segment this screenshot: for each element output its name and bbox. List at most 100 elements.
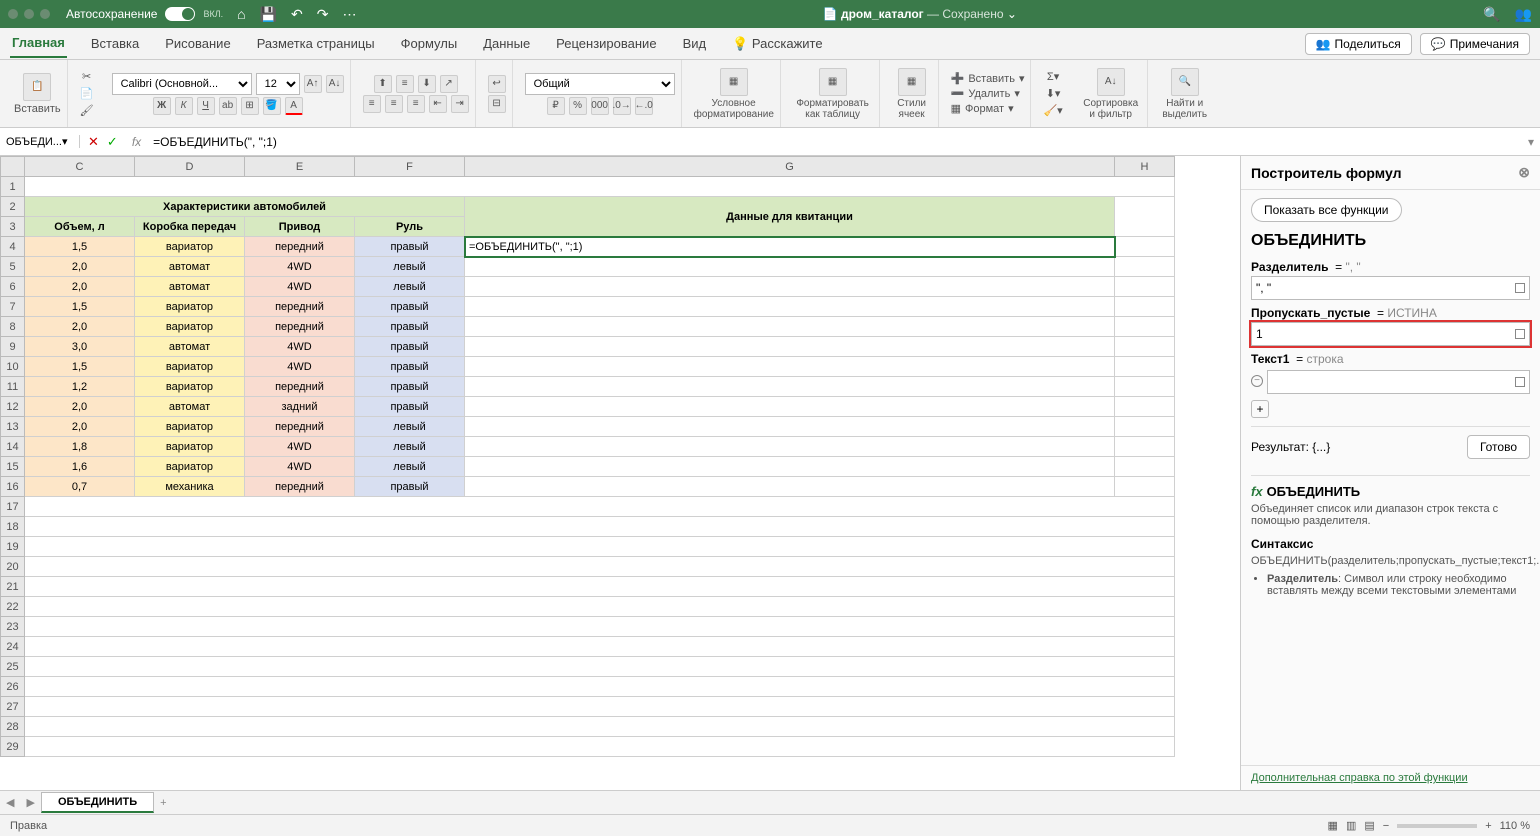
- tab-review[interactable]: Рецензирование: [554, 30, 658, 57]
- remove-arg-icon[interactable]: −: [1251, 375, 1263, 387]
- align-top-icon[interactable]: ⬆: [374, 75, 392, 93]
- tab-draw[interactable]: Рисование: [163, 30, 232, 57]
- view-break-icon[interactable]: ▤: [1364, 819, 1374, 832]
- align-bot-icon[interactable]: ⬇: [418, 75, 436, 93]
- format-painter-icon[interactable]: 🖌: [80, 104, 94, 117]
- help-link[interactable]: Дополнительная справка по этой функции: [1241, 765, 1540, 790]
- strike-icon[interactable]: ab: [219, 97, 237, 115]
- formula-input[interactable]: =ОБЪЕДИНИТЬ(", ";1): [147, 135, 1522, 149]
- numfmt-select[interactable]: Общий: [525, 73, 675, 95]
- clear-icon[interactable]: 🧹▾: [1043, 104, 1062, 117]
- bold-icon[interactable]: Ж: [153, 97, 171, 115]
- zoom-out-icon[interactable]: −: [1383, 820, 1389, 832]
- tab-tellme[interactable]: 💡 Расскажите: [730, 30, 824, 58]
- arg2-label: Пропускать_пустые: [1251, 306, 1370, 320]
- tab-home[interactable]: Главная: [10, 29, 67, 58]
- zoom-label[interactable]: 110 %: [1500, 820, 1530, 832]
- tab-insert[interactable]: Вставка: [89, 30, 141, 57]
- fx-icon[interactable]: fx: [126, 135, 147, 149]
- comments-button[interactable]: 💬 Примечания: [1420, 33, 1530, 55]
- autosave-toggle[interactable]: [165, 7, 195, 21]
- sort-icon[interactable]: A↓: [1097, 68, 1125, 96]
- merge-icon[interactable]: ⊟: [488, 95, 506, 113]
- delete-cells-icon[interactable]: ➖: [951, 87, 965, 100]
- wrap-icon[interactable]: ↩: [488, 75, 506, 93]
- insert-cells-icon[interactable]: ➕: [951, 72, 965, 85]
- indent-dec-icon[interactable]: ⇤: [429, 95, 447, 113]
- align-right-icon[interactable]: ≡: [407, 95, 425, 113]
- share-icon[interactable]: 👥: [1515, 6, 1532, 23]
- range-picker-icon[interactable]: [1515, 377, 1525, 387]
- format-cells-icon[interactable]: ▦: [951, 102, 961, 115]
- orientation-icon[interactable]: ↗: [440, 75, 458, 93]
- align-mid-icon[interactable]: ≡: [396, 75, 414, 93]
- border-icon[interactable]: ⊞: [241, 97, 259, 115]
- search-icon[interactable]: 🔍: [1483, 6, 1500, 23]
- dec-dec-icon[interactable]: ←.0: [635, 97, 653, 115]
- arg2-eval: ИСТИНА: [1387, 306, 1437, 320]
- sheet-prev-icon[interactable]: ◀: [0, 796, 20, 809]
- fontsize-select[interactable]: 12: [256, 73, 300, 95]
- tab-formulas[interactable]: Формулы: [399, 30, 460, 57]
- zoom-in-icon[interactable]: +: [1485, 820, 1491, 832]
- zoom-slider[interactable]: [1397, 824, 1477, 828]
- view-layout-icon[interactable]: ▥: [1346, 819, 1356, 832]
- comma-icon[interactable]: 000: [591, 97, 609, 115]
- syntax-text: ОБЪЕДИНИТЬ(разделитель;пропускать_пустые…: [1251, 555, 1530, 567]
- home-icon[interactable]: ⌂: [237, 6, 245, 23]
- save-icon[interactable]: 💾: [260, 6, 277, 23]
- more-icon[interactable]: ⋯: [343, 6, 357, 23]
- autosum-icon[interactable]: Σ▾: [1047, 70, 1059, 83]
- copy-icon[interactable]: 📄: [80, 87, 94, 100]
- condfmt-label: Условное форматирование: [694, 98, 774, 120]
- arg1-input[interactable]: ", ": [1251, 276, 1530, 300]
- sheet-tab[interactable]: ОБЪЕДИНИТЬ: [41, 792, 154, 813]
- dec-inc-icon[interactable]: .0→: [613, 97, 631, 115]
- currency-icon[interactable]: ₽: [547, 97, 565, 115]
- share-button[interactable]: 👥 Поделиться: [1305, 33, 1412, 55]
- range-picker-icon[interactable]: [1515, 283, 1525, 293]
- font-select[interactable]: Calibri (Основной...: [112, 73, 252, 95]
- arg2-input[interactable]: 1: [1251, 322, 1530, 346]
- tab-data[interactable]: Данные: [481, 30, 532, 57]
- undo-icon[interactable]: ↶: [291, 6, 303, 23]
- fontcolor-icon[interactable]: A: [285, 97, 303, 115]
- name-box[interactable]: ОБЪЕДИ...▾: [0, 135, 80, 148]
- done-button[interactable]: Готово: [1467, 435, 1530, 459]
- spreadsheet-grid[interactable]: CDEFGH12Характеристики автомобилейДанные…: [0, 156, 1240, 790]
- increase-font-icon[interactable]: A↑: [304, 75, 322, 93]
- tab-view[interactable]: Вид: [681, 30, 709, 57]
- redo-icon[interactable]: ↷: [317, 6, 329, 23]
- show-all-functions-button[interactable]: Показать все функции: [1251, 198, 1402, 222]
- cancel-formula-icon[interactable]: ✕: [88, 134, 99, 150]
- view-normal-icon[interactable]: ▦: [1328, 819, 1338, 832]
- cut-icon[interactable]: ✂: [82, 70, 91, 83]
- titlebar: Автосохранение ВКЛ. ⌂ 💾 ↶ ↷ ⋯ 📄 дром_кат…: [0, 0, 1540, 28]
- align-left-icon[interactable]: ≡: [363, 95, 381, 113]
- doc-icon: 📄: [823, 7, 838, 21]
- indent-inc-icon[interactable]: ⇥: [451, 95, 469, 113]
- align-center-icon[interactable]: ≡: [385, 95, 403, 113]
- condfmt-icon[interactable]: ▦: [720, 68, 748, 96]
- percent-icon[interactable]: %: [569, 97, 587, 115]
- italic-icon[interactable]: К: [175, 97, 193, 115]
- expand-formula-icon[interactable]: ▾: [1522, 135, 1540, 149]
- cellstyles-icon[interactable]: ▦: [898, 68, 926, 96]
- add-sheet-icon[interactable]: +: [154, 797, 172, 809]
- filename-dropdown[interactable]: ⌄: [1007, 7, 1017, 21]
- range-picker-icon[interactable]: [1515, 329, 1525, 339]
- arg3-input[interactable]: [1267, 370, 1530, 394]
- find-icon[interactable]: 🔍: [1171, 68, 1199, 96]
- close-panel-icon[interactable]: ⊗: [1518, 164, 1530, 181]
- paste-icon[interactable]: 📋: [23, 73, 51, 101]
- add-arg-button[interactable]: +: [1251, 400, 1269, 418]
- tab-layout[interactable]: Разметка страницы: [255, 30, 377, 57]
- decrease-font-icon[interactable]: A↓: [326, 75, 344, 93]
- window-controls[interactable]: [8, 9, 50, 19]
- confirm-formula-icon[interactable]: ✓: [107, 134, 118, 150]
- underline-icon[interactable]: Ч: [197, 97, 215, 115]
- sheet-next-icon[interactable]: ▶: [20, 796, 40, 809]
- fill-icon[interactable]: 🪣: [263, 97, 281, 115]
- fill-down-icon[interactable]: ⬇▾: [1046, 87, 1061, 100]
- fmttable-icon[interactable]: ▦: [819, 68, 847, 96]
